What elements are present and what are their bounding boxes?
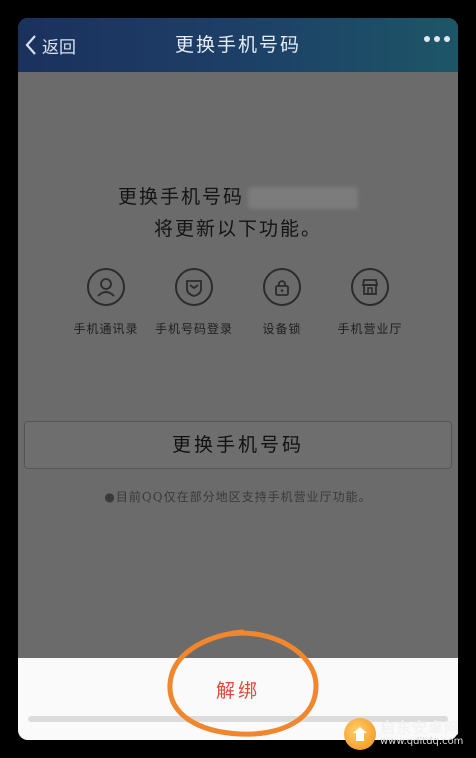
- feature-label: 手机营业厅: [337, 322, 403, 336]
- more-dots-icon[interactable]: [424, 36, 450, 42]
- watermark-logo-icon: [344, 718, 376, 750]
- watermark-title: 启东安卓网: [380, 718, 461, 737]
- blurred-phone-number: [248, 187, 358, 209]
- lock-icon: [263, 268, 301, 306]
- feature-item-device-lock: 设备锁: [238, 268, 326, 337]
- change-phone-button[interactable]: 更换手机号码: [24, 421, 452, 469]
- page-title: 更换手机号码: [174, 34, 301, 56]
- feature-item-mobile-store: 手机营业厅: [326, 268, 414, 337]
- feature-label: 手机通讯录: [73, 322, 139, 336]
- feature-label: 设备锁: [262, 322, 302, 336]
- info-line-2: 将更新以下功能。: [153, 218, 322, 240]
- feature-item-phone-login: 手机号码登录: [150, 268, 238, 337]
- unbind-button[interactable]: 解绑: [18, 676, 458, 703]
- contacts-icon: [87, 268, 125, 306]
- support-note: ●目前QQ仅在部分地区支持手机营业厅功能。: [104, 490, 372, 504]
- info-text: 更换手机号码 将更新以下功能。: [18, 182, 458, 241]
- phone-screen: 返回 更换手机号码 更换手机号码 将更新以下功能。 手机通讯录 手机号码登录 设…: [18, 18, 458, 740]
- phone-login-icon: [175, 268, 213, 306]
- feature-item-contacts: 手机通讯录: [62, 268, 150, 337]
- info-line-1: 更换手机号码: [117, 186, 244, 208]
- feature-label: 手机号码登录: [154, 322, 233, 336]
- feature-list: 手机通讯录 手机号码登录 设备锁 手机营业厅: [62, 268, 414, 337]
- watermark-url: www.qdltdq.com: [380, 735, 464, 747]
- watermark: 启东安卓网 www.qdltdq.com: [344, 716, 470, 752]
- store-icon: [351, 268, 389, 306]
